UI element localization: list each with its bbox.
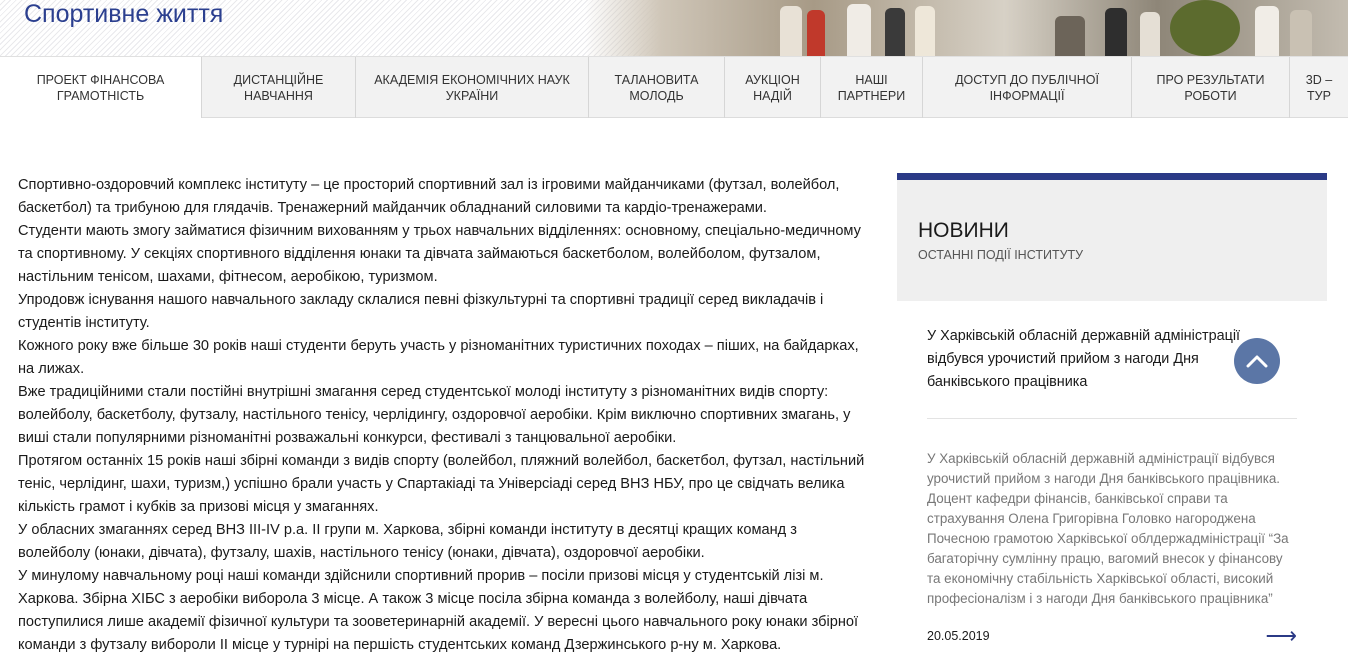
nav-item-financial-literacy[interactable]: ПРОЕКТ ФІНАНСОВА ГРАМОТНІСТЬ — [0, 57, 202, 118]
article-paragraph: Вже традиційними стали постійні внутрішн… — [18, 384, 851, 446]
news-subtitle: ОСТАННІ ПОДІЇ ІНСТИТУТУ — [918, 248, 1084, 262]
article-body: Спортивно-оздоровчий комплекс інституту … — [18, 174, 870, 655]
news-date: 20.05.2019 — [927, 629, 990, 643]
scroll-top-button[interactable] — [1234, 338, 1280, 384]
nav-item-public-info[interactable]: ДОСТУП ДО ПУБЛІЧНОЇ ІНФОРМАЦІЇ — [923, 57, 1132, 118]
news-title: НОВИНИ — [918, 219, 1009, 242]
news-sidebar: НОВИНИ ОСТАННІ ПОДІЇ ІНСТИТУТУ У Харківс… — [897, 173, 1327, 655]
article-paragraph: Студенти мають змогу займатися фізичним … — [18, 223, 861, 285]
news-header: НОВИНИ ОСТАННІ ПОДІЇ ІНСТИТУТУ — [897, 180, 1327, 301]
article-paragraph: Кожного року вже більше 30 років наші ст… — [18, 338, 859, 377]
article-paragraph: Упродовж існування нашого навчального за… — [18, 292, 824, 331]
page-title: Спортивне життя — [24, 0, 224, 28]
article-paragraph: Протягом останніх 15 років наші збірні к… — [18, 453, 865, 515]
nav-item-3d-tour[interactable]: 3D – ТУР — [1290, 57, 1348, 118]
main-nav: ПРОЕКТ ФІНАНСОВА ГРАМОТНІСТЬ ДИСТАНЦІЙНЕ… — [0, 56, 1348, 118]
news-headline-link[interactable]: У Харківській обласній державній адмініс… — [927, 325, 1257, 394]
chevron-up-icon — [1246, 355, 1268, 368]
article-paragraph: У обласних змаганнях серед ВНЗ ІІІ-IV р.… — [18, 522, 797, 561]
nav-item-distance-learning[interactable]: ДИСТАНЦІЙНЕ НАВЧАННЯ — [202, 57, 356, 118]
header-banner: Спортивне життя — [0, 0, 1348, 56]
news-footer: 20.05.2019 ⟶ — [927, 625, 1297, 647]
news-divider — [927, 418, 1297, 419]
banner-photo — [585, 0, 1348, 56]
nav-item-auction[interactable]: АУКЦІОН НАДІЙ — [725, 57, 821, 118]
news-excerpt: У Харківській обласній державній адмініс… — [927, 451, 1289, 606]
sidebar-accent-bar — [897, 173, 1327, 180]
arrow-right-icon[interactable]: ⟶ — [1265, 625, 1297, 647]
article-paragraph: У минулому навчальному році наші команди… — [18, 568, 859, 653]
nav-item-partners[interactable]: НАШІ ПАРТНЕРИ — [821, 57, 923, 118]
nav-item-academy[interactable]: АКАДЕМІЯ ЕКОНОМІЧНИХ НАУК УКРАЇНИ — [356, 57, 589, 118]
article-paragraph: Спортивно-оздоровчий комплекс інституту … — [18, 177, 840, 216]
nav-item-results[interactable]: ПРО РЕЗУЛЬТАТИ РОБОТИ — [1132, 57, 1290, 118]
nav-item-talented-youth[interactable]: ТАЛАНОВИТА МОЛОДЬ — [589, 57, 725, 118]
